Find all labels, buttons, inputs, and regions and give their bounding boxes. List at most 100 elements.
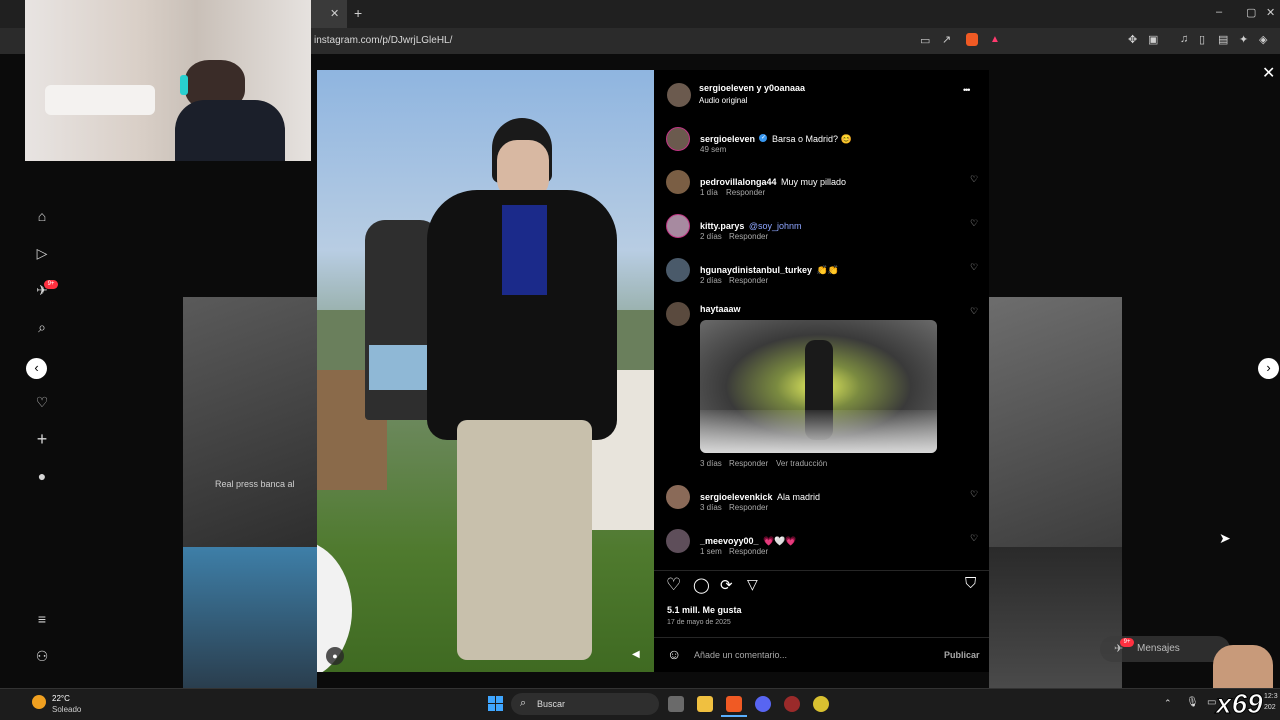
prev-post-button[interactable]: ‹ bbox=[26, 358, 47, 379]
comment-icon[interactable]: ◯ bbox=[693, 576, 710, 594]
emoji-icon[interactable]: ☺ bbox=[667, 646, 681, 662]
header-audio[interactable]: Audio original bbox=[699, 96, 747, 105]
vpn-icon[interactable]: ◈ bbox=[1259, 33, 1267, 46]
reply-button[interactable]: Responder bbox=[726, 188, 765, 197]
discord-icon[interactable] bbox=[755, 696, 771, 712]
wallet-icon[interactable]: ▣ bbox=[1148, 33, 1158, 46]
comment-row: pedrovillalonga44 Muy muy pillado bbox=[700, 172, 846, 190]
comment-avatar[interactable] bbox=[666, 302, 690, 326]
menu-icon[interactable]: ≡ bbox=[32, 609, 52, 629]
comment-avatar[interactable] bbox=[666, 529, 690, 553]
minimize-icon[interactable]: – bbox=[1216, 6, 1222, 18]
profile-nav-icon[interactable]: ● bbox=[32, 466, 52, 486]
window-close-icon[interactable]: ✕ bbox=[1266, 6, 1275, 19]
create-icon[interactable]: + bbox=[32, 429, 52, 449]
threads-icon[interactable]: ⚇ bbox=[32, 646, 52, 666]
close-modal-icon[interactable]: ✕ bbox=[1262, 63, 1275, 83]
comment-avatar[interactable] bbox=[666, 258, 690, 282]
weather-icon[interactable] bbox=[32, 695, 46, 709]
repost-icon[interactable]: ⟳ bbox=[720, 576, 733, 594]
brave-shield-icon[interactable] bbox=[966, 33, 978, 46]
app-icon[interactable] bbox=[784, 696, 800, 712]
bg-tile-right-top[interactable] bbox=[989, 297, 1122, 547]
home-icon[interactable]: ⌂ bbox=[32, 206, 52, 226]
reply-button[interactable]: Responder bbox=[729, 503, 768, 512]
header-avatar[interactable] bbox=[667, 83, 691, 107]
tray-chevron-icon[interactable]: ⌃ bbox=[1164, 698, 1172, 709]
messages-badge: 9+ bbox=[1120, 638, 1134, 647]
sidebar-toggle-icon[interactable]: ▯ bbox=[1199, 33, 1205, 46]
comment-text: Ala madrid bbox=[777, 492, 821, 502]
header-username[interactable]: sergioeleven y y0oanaaa bbox=[699, 83, 805, 93]
clock-time[interactable]: 12:3 bbox=[1264, 693, 1278, 700]
bg-tile-gym[interactable]: Real press banca al bbox=[183, 297, 317, 547]
comment-input[interactable]: Añade un comentario... bbox=[694, 650, 787, 660]
search-nav-icon[interactable]: ⌕ bbox=[32, 317, 52, 337]
post-image[interactable]: ● ◀ bbox=[317, 70, 654, 672]
new-tab-icon[interactable]: + bbox=[354, 5, 362, 21]
comment-avatar[interactable] bbox=[666, 485, 690, 509]
like-icon[interactable]: ♡ bbox=[666, 575, 681, 595]
tab-close-icon[interactable]: ✕ bbox=[330, 7, 339, 20]
comment-like-icon[interactable]: ♡ bbox=[970, 533, 978, 544]
messages-pill[interactable]: ✈ Mensajes 9+ bbox=[1100, 636, 1230, 662]
music-icon[interactable]: ♫ bbox=[1180, 33, 1188, 45]
chrome-like-icon[interactable] bbox=[813, 696, 829, 712]
maximize-icon[interactable]: ▢ bbox=[1246, 6, 1256, 19]
comment-like-icon[interactable]: ♡ bbox=[970, 306, 978, 317]
reply-button[interactable]: Responder bbox=[729, 459, 768, 468]
publish-button[interactable]: Publicar bbox=[944, 650, 980, 660]
comment-mention-link[interactable]: @soy_johnm bbox=[749, 221, 802, 231]
comment-avatar[interactable] bbox=[666, 170, 690, 194]
mute-icon[interactable]: ◀ bbox=[632, 649, 640, 660]
file-explorer-icon[interactable] bbox=[697, 696, 713, 712]
comment-avatar[interactable] bbox=[666, 214, 690, 238]
see-translation-button[interactable]: Ver traducción bbox=[776, 459, 827, 468]
windows-start-icon[interactable] bbox=[488, 696, 504, 712]
next-post-button[interactable]: › bbox=[1258, 358, 1279, 379]
brave-rewards-icon[interactable]: ▲ bbox=[990, 34, 1000, 45]
webcam-overlay bbox=[25, 0, 311, 161]
comment-username[interactable]: pedrovillalonga44 bbox=[700, 177, 777, 187]
more-options-icon[interactable]: ••• bbox=[963, 85, 971, 95]
comment-like-icon[interactable]: ♡ bbox=[970, 218, 978, 229]
comment-username[interactable]: _meevoyy00_ bbox=[700, 536, 759, 546]
bg-tile-right-bottom[interactable] bbox=[989, 547, 1122, 688]
caption-username[interactable]: sergioeleven bbox=[700, 134, 755, 144]
comment-like-icon[interactable]: ♡ bbox=[970, 489, 978, 500]
tag-person-icon[interactable]: ● bbox=[326, 647, 344, 665]
heart-nav-icon[interactable]: ♡ bbox=[32, 392, 52, 412]
weather-desc[interactable]: Soleado bbox=[52, 705, 81, 714]
active-app-indicator bbox=[721, 715, 747, 717]
url-field[interactable]: instagram.com/p/DJwrjLGleHL/ bbox=[314, 35, 452, 46]
weather-temp[interactable]: 22°C bbox=[52, 694, 70, 703]
share-post-icon[interactable]: ▽ bbox=[747, 576, 758, 593]
active-tab[interactable] bbox=[311, 0, 347, 28]
likes-count[interactable]: 5.1 mill. Me gusta bbox=[667, 605, 742, 615]
caption-avatar[interactable] bbox=[666, 127, 690, 151]
task-view-icon[interactable] bbox=[668, 696, 684, 712]
reply-button[interactable]: Responder bbox=[729, 232, 768, 241]
comment-username[interactable]: hgunaydinistanbul_turkey bbox=[700, 265, 812, 275]
ai-icon[interactable]: ✦ bbox=[1239, 33, 1248, 46]
comment-like-icon[interactable]: ♡ bbox=[970, 262, 978, 273]
cast-icon[interactable]: ▭ bbox=[920, 34, 930, 47]
barca-shirt bbox=[502, 205, 547, 295]
clock-date[interactable]: 202 bbox=[1264, 704, 1276, 711]
comment-username[interactable]: haytaaaw bbox=[700, 304, 741, 314]
brave-taskbar-icon[interactable] bbox=[726, 696, 742, 712]
reply-button[interactable]: Responder bbox=[729, 276, 768, 285]
reels-icon[interactable]: ▷ bbox=[32, 243, 52, 263]
comment-username[interactable]: sergioelevenkick bbox=[700, 492, 773, 502]
share-icon[interactable]: ↗ bbox=[942, 33, 951, 46]
mic-icon[interactable]: 🎙 bbox=[1186, 697, 1199, 708]
wallet2-icon[interactable]: ▤ bbox=[1218, 33, 1228, 46]
comment-gif[interactable] bbox=[700, 320, 937, 453]
reply-button[interactable]: Responder bbox=[729, 547, 768, 556]
comment-username[interactable]: kitty.parys bbox=[700, 221, 744, 231]
comment-like-icon[interactable]: ♡ bbox=[970, 174, 978, 185]
save-icon[interactable]: ⛉ bbox=[965, 575, 976, 592]
extensions-icon[interactable]: ✥ bbox=[1128, 33, 1137, 46]
bg-tile-crowd[interactable] bbox=[183, 547, 317, 688]
taskbar-search[interactable]: ⌕ Buscar bbox=[511, 693, 659, 715]
